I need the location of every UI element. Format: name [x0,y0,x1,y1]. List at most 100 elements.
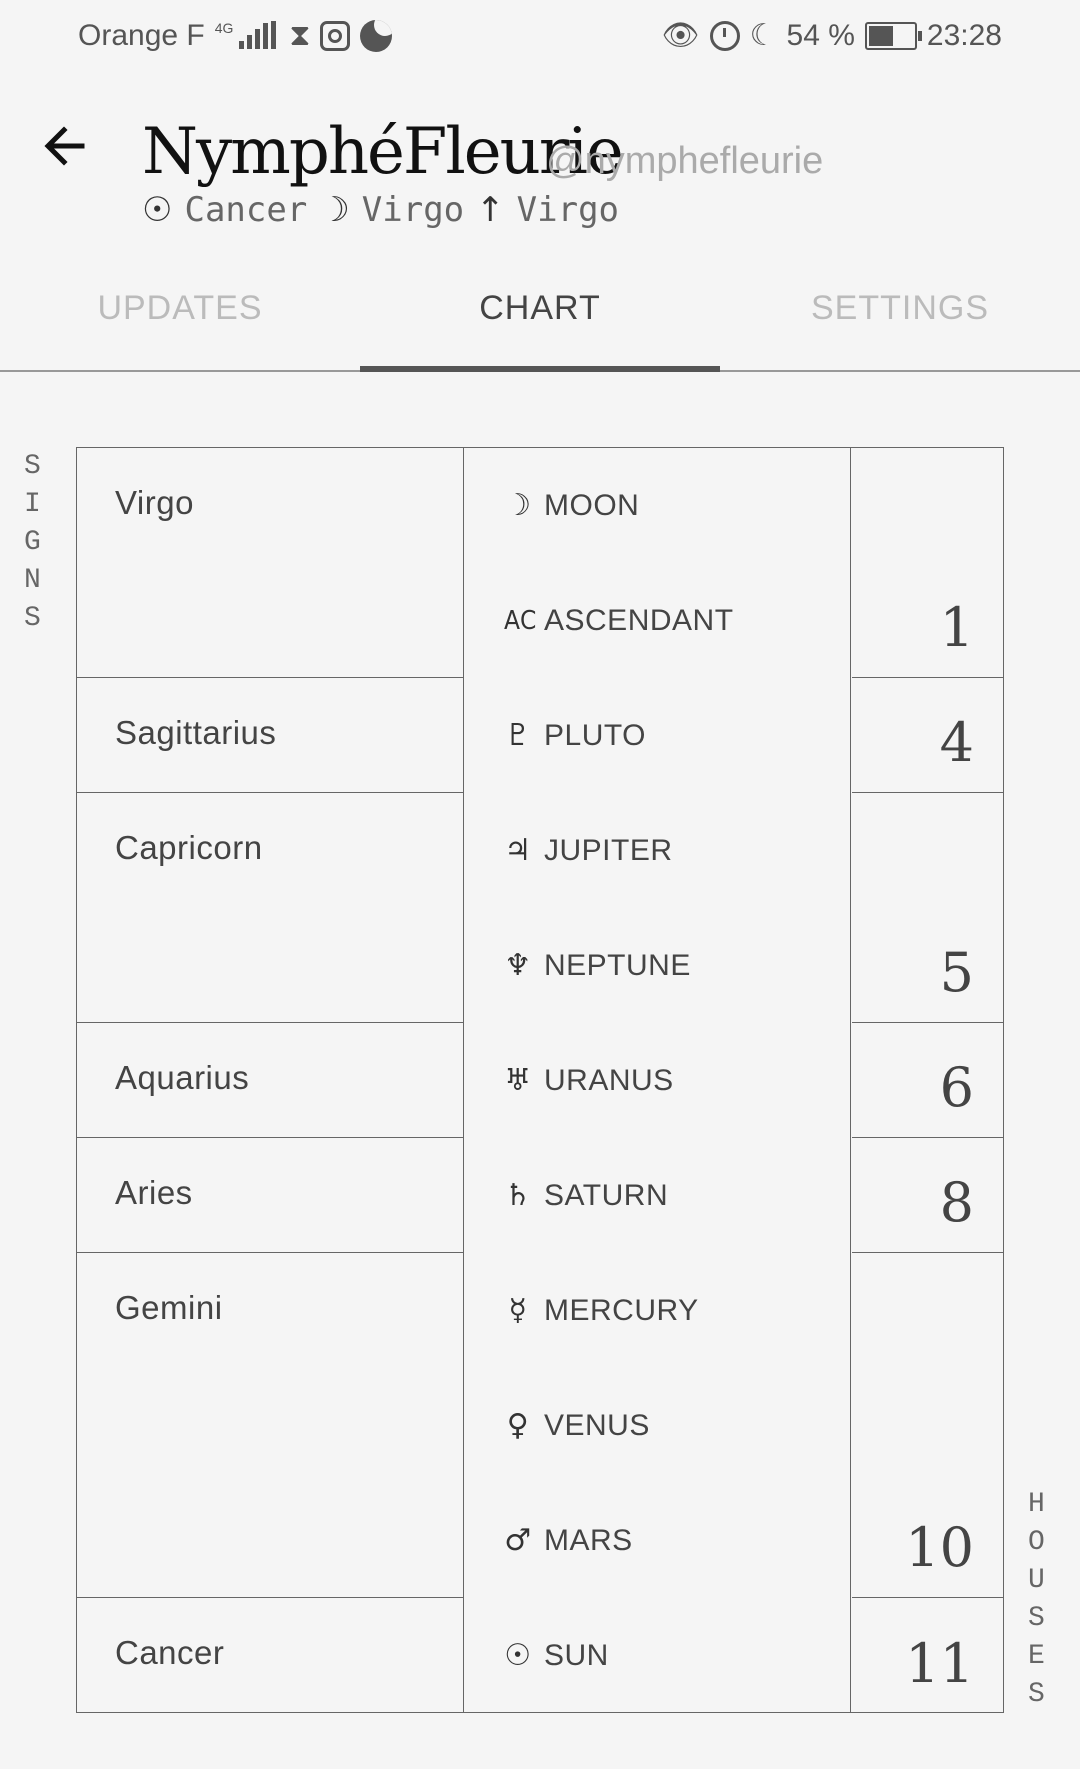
mars-icon: ♂ [504,1523,532,1558]
neptune-icon: ♆ [504,948,532,983]
chart-table: Virgo Sagittarius Capricorn Aquarius Ari… [76,447,1004,1713]
battery-icon [864,21,922,50]
pluto-icon: ♇ [504,718,532,753]
moon-icon: ☽ [319,190,350,230]
houses-axis-label: HOUSES [1028,1486,1045,1714]
sign-label: Aquarius [115,1059,250,1096]
planet-row: ♇ PLUTO [504,678,646,793]
axis-letter: N [24,565,41,596]
signs-axis-label: SIGNS [24,448,41,638]
planet-row: ♆ NEPTUNE [504,908,691,1023]
planet-name: MOON [544,488,640,522]
sun-icon: ☉ [142,190,173,230]
ascendant-arrow-icon: ↑ [476,190,505,230]
venus-icon: ♀ [506,1408,530,1443]
axis-letter: O [1028,1527,1045,1558]
planet-row: ♂ MARS [504,1483,633,1598]
battery-percent: 54 % [786,18,855,52]
axis-letter: S [24,451,41,482]
status-right: 👁 ☾ 54 % 23:28 [662,18,1002,53]
moon-sign: Virgo [361,190,465,230]
tab-settings[interactable]: SETTINGS [720,258,1080,370]
sign-cell: Virgo [77,448,464,678]
sign-label: Capricorn [115,829,263,866]
axis-letter: S [1028,1603,1045,1634]
sign-cell: Cancer [77,1598,464,1713]
axis-letter: I [24,489,41,520]
planet-name: URANUS [544,1063,674,1097]
house-cell: 8 [852,1138,1004,1253]
jupiter-icon: ♃ [504,833,532,868]
sign-cell: Aries [77,1138,464,1253]
axis-letter: G [24,527,41,558]
do-not-disturb-icon: ☾ [749,18,777,53]
sign-cell: Aquarius [77,1023,464,1138]
sign-label: Sagittarius [115,714,277,751]
axis-letter: S [24,603,41,634]
back-button[interactable] [42,118,98,174]
house-number: 11 [905,1632,974,1695]
axis-letter: U [1028,1565,1045,1596]
planet-row: ♀ VENUS [504,1368,650,1483]
house-number: 5 [939,941,974,1004]
sign-cell: Gemini [77,1253,464,1598]
planet-name: JUPITER [544,833,673,867]
status-bar: Orange F 4G ⧗ 👁 ☾ 54 % 23:28 [0,0,1080,78]
planet-name: NEPTUNE [544,948,691,982]
house-number: 10 [905,1516,974,1579]
axis-letter: E [1028,1641,1045,1672]
hourglass-icon: ⧗ [289,18,311,53]
house-number: 6 [939,1056,974,1119]
sign-cell: Sagittarius [77,678,464,793]
axis-letter: S [1028,1679,1045,1710]
house-number: 1 [939,596,974,659]
eye-icon: 👁 [661,18,700,53]
alarm-icon [709,20,740,51]
tab-bar: UPDATES CHART SETTINGS [0,258,1080,372]
planet-row: ♃ JUPITER [504,793,673,908]
house-cell: 11 [852,1598,1004,1713]
sun-sign: Cancer [184,190,308,230]
house-cell: 6 [852,1023,1004,1138]
mercury-icon: ☿ [508,1293,528,1328]
house-number: 8 [939,1171,974,1234]
planet-name: SATURN [544,1178,669,1212]
status-left: Orange F 4G ⧗ [78,18,393,53]
sign-cell: Capricorn [77,793,464,1023]
rising-sign: Virgo [516,190,620,230]
planet-name: ASCENDANT [544,603,734,637]
sign-label: Aries [115,1174,193,1211]
planet-row: AC ASCENDANT [504,563,734,678]
planet-name: PLUTO [544,718,646,752]
moon-phase-icon [360,19,393,52]
moon-icon: ☽ [504,488,532,523]
planet-row: ☿ MERCURY [504,1253,699,1368]
house-number: 4 [939,711,974,774]
planet-row: ☉ SUN [504,1598,609,1713]
planet-name: MERCURY [544,1293,699,1327]
tab-chart[interactable]: CHART [360,258,720,372]
ascendant-icon: AC [504,605,537,636]
carrier-name: Orange F [78,18,205,52]
house-cell: 4 [852,678,1004,793]
house-cell: 10 [852,1253,1004,1598]
signal-icon: 4G [215,20,280,51]
house-cell: 5 [852,793,1004,1023]
sign-label: Virgo [115,484,194,521]
uranus-icon: ♅ [504,1063,532,1098]
planet-row: ♅ URANUS [504,1023,674,1138]
sign-label: Cancer [115,1634,225,1671]
sun-icon: ☉ [504,1638,532,1673]
tab-updates[interactable]: UPDATES [0,258,360,370]
planet-name: VENUS [544,1408,650,1442]
planet-name: SUN [544,1638,609,1672]
big-three: ☉ Cancer ☽ Virgo ↑ Virgo [142,190,619,230]
arrow-left-icon [44,126,85,166]
axis-letter: H [1028,1489,1045,1520]
sign-label: Gemini [115,1289,223,1326]
saturn-icon: ♄ [504,1178,532,1213]
clock: 23:28 [926,18,1002,52]
house-cell: 1 [852,448,1004,678]
planet-name: MARS [544,1523,633,1557]
planet-row: ♄ SATURN [504,1138,668,1253]
